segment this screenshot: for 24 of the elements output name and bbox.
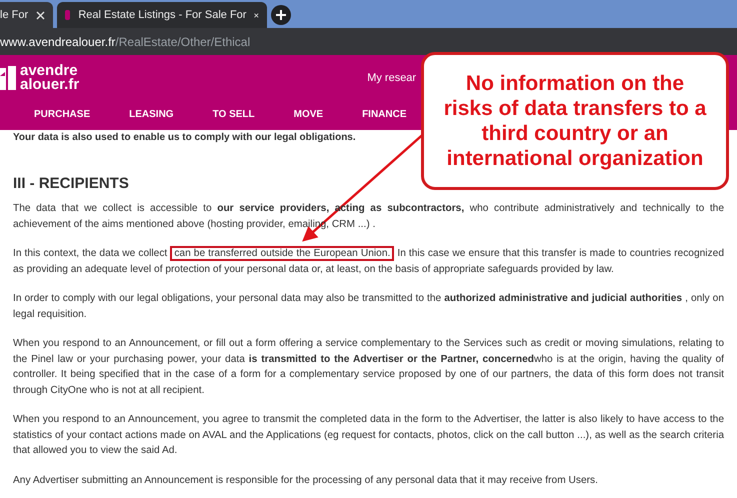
favicon-icon: [65, 10, 70, 20]
logo-text: avendre: [20, 64, 78, 78]
paragraph: When you respond to an Announcement, or fill out a form offering a service complementary to the Services such as credit or moving simulations, relating to the Pinel law or your purchasing power, your data is transmitted to the Advertiser or the Partner, concernedwho is at the origin, having the quality of controller. It being specified that in the case of a form for a complementary service proposed by one of our partners, the data of this form does not transit through CityOne who is not at all recipient.: [13, 337, 724, 398]
close-icon[interactable]: [36, 10, 46, 20]
paragraph: In order to comply with our legal obligations, your personal data may also be transmitted to the authorized administrative and judicial authorities , only on legal requisition.: [13, 292, 724, 322]
new-tab-icon[interactable]: [271, 5, 292, 25]
logo-text: alouer.fr: [20, 78, 80, 92]
nav-item[interactable]: FINANCE: [362, 109, 407, 120]
browser-tab[interactable]: Real Estate Listings - For Sale For: [57, 2, 268, 28]
nav-item[interactable]: TO SELL: [212, 109, 255, 120]
paragraph: When you respond to an Announcement, you agree to transmit the completed data in the form to the Advertiser, the latter is also likely to have access to the statistics of your contact actions made on AVAL and the Applications (eg request for contacts, photos, click on the call button ...), as well as the search criteria that allowed you to view the said Ad.: [13, 413, 724, 458]
close-icon[interactable]: [254, 10, 260, 20]
highlight-box: can be transferred outside the European Union.: [170, 246, 394, 261]
nav-item[interactable]: LEASING: [129, 109, 174, 120]
nav-item[interactable]: PURCHASE: [34, 109, 90, 120]
address-bar[interactable]: www.avendrealouer.fr/RealEstate/Other/Ethical: [0, 28, 737, 55]
callout-box: No information on the risks of data transfers to a third country or an international organization: [421, 52, 729, 190]
section-heading: III - RECIPIENTS: [13, 176, 130, 191]
header-link[interactable]: My resear: [367, 72, 416, 84]
paragraph: In this context, the data we collect can be transferred outside the European Union. In this case we ensure that this transfer is made to countries recognized as providing an adequate level of protection of your personal data or, at least, on the basis of appropriate safeguards provided by law.: [13, 246, 724, 276]
paragraph: Your data is also used to enable us to comply with our legal obligations.: [13, 132, 356, 144]
paragraph: Any Advertiser submitting an Announcement is responsible for the processing of any personal data that it may receive from Users.: [13, 474, 599, 488]
browser-tab[interactable]: le For: [0, 2, 54, 28]
nav-item[interactable]: MOVE: [294, 109, 324, 120]
